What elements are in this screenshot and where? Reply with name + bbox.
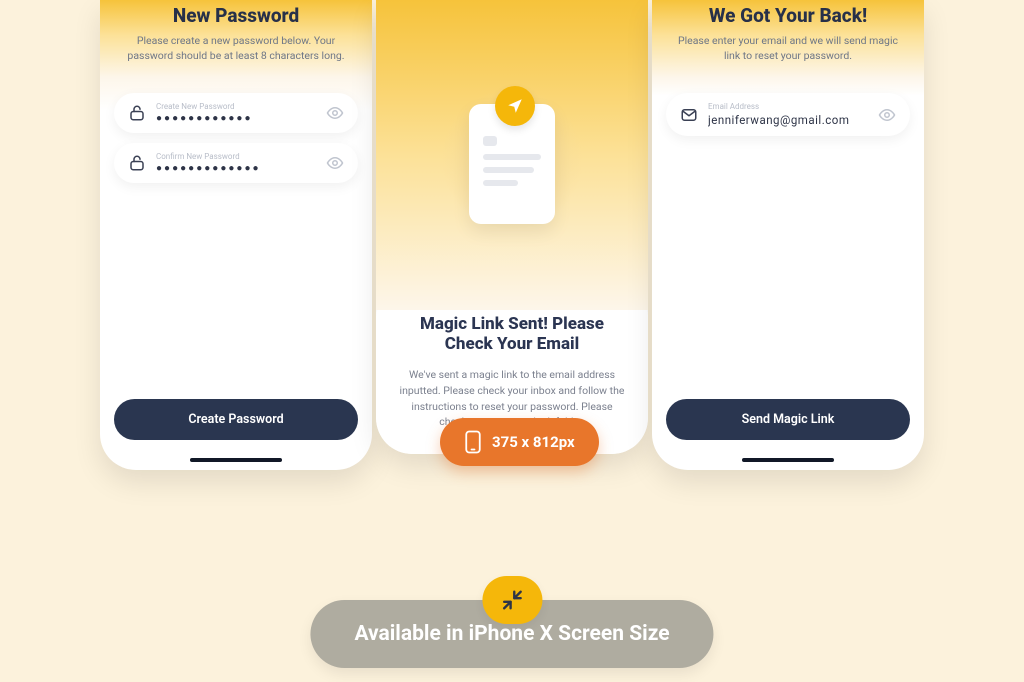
eye-icon[interactable] xyxy=(326,104,344,122)
mail-icon xyxy=(680,106,698,124)
screen-size-text: 375 x 812px xyxy=(492,433,575,451)
screen-magic-link-sent: Magic Link Sent! Please Check Your Email… xyxy=(376,0,648,454)
header: We Got Your Back! Please enter your emai… xyxy=(652,0,924,77)
field-value: ●●●●●●●●●●●●● xyxy=(156,163,316,174)
field-value: ●●●●●●●●●●●● xyxy=(156,113,316,124)
email-input[interactable]: Email Address jenniferwang@gmail.com xyxy=(666,93,910,136)
preview-stage: New Password Please create a new passwor… xyxy=(0,0,1024,682)
screen-size-badge: 375 x 812px xyxy=(440,418,599,466)
sheet-title: Magic Link Sent! Please Check Your Email xyxy=(396,314,628,355)
home-indicator xyxy=(742,458,834,462)
screen-forgot-password: We Got Your Back! Please enter your emai… xyxy=(652,0,924,470)
eye-icon[interactable] xyxy=(878,106,896,124)
field-label: Create New Password xyxy=(156,102,316,111)
lock-icon xyxy=(128,104,146,122)
shrink-icon xyxy=(482,576,542,624)
phone-icon xyxy=(464,430,482,454)
lock-icon xyxy=(128,154,146,172)
header: New Password Please create a new passwor… xyxy=(100,0,372,77)
illustration xyxy=(376,0,648,310)
page-title: New Password xyxy=(118,4,354,27)
home-indicator xyxy=(190,458,282,462)
field-label: Confirm New Password xyxy=(156,152,316,161)
send-icon xyxy=(495,86,535,126)
confirm-password-input[interactable]: Confirm New Password ●●●●●●●●●●●●● xyxy=(114,143,358,183)
caption: Available in iPhone X Screen Size xyxy=(310,576,713,668)
eye-icon[interactable] xyxy=(326,154,344,172)
create-password-button[interactable]: Create Password xyxy=(114,399,358,440)
page-title: We Got Your Back! xyxy=(670,4,906,27)
form: Email Address jenniferwang@gmail.com xyxy=(652,77,924,136)
field-label: Email Address xyxy=(708,102,868,111)
create-password-input[interactable]: Create New Password ●●●●●●●●●●●● xyxy=(114,93,358,133)
send-magic-link-button[interactable]: Send Magic Link xyxy=(666,399,910,440)
page-subtitle: Please create a new password below. Your… xyxy=(118,33,354,63)
page-subtitle: Please enter your email and we will send… xyxy=(670,33,906,63)
screen-new-password: New Password Please create a new passwor… xyxy=(100,0,372,470)
field-value: jenniferwang@gmail.com xyxy=(708,113,868,127)
form: Create New Password ●●●●●●●●●●●● Confirm… xyxy=(100,77,372,183)
